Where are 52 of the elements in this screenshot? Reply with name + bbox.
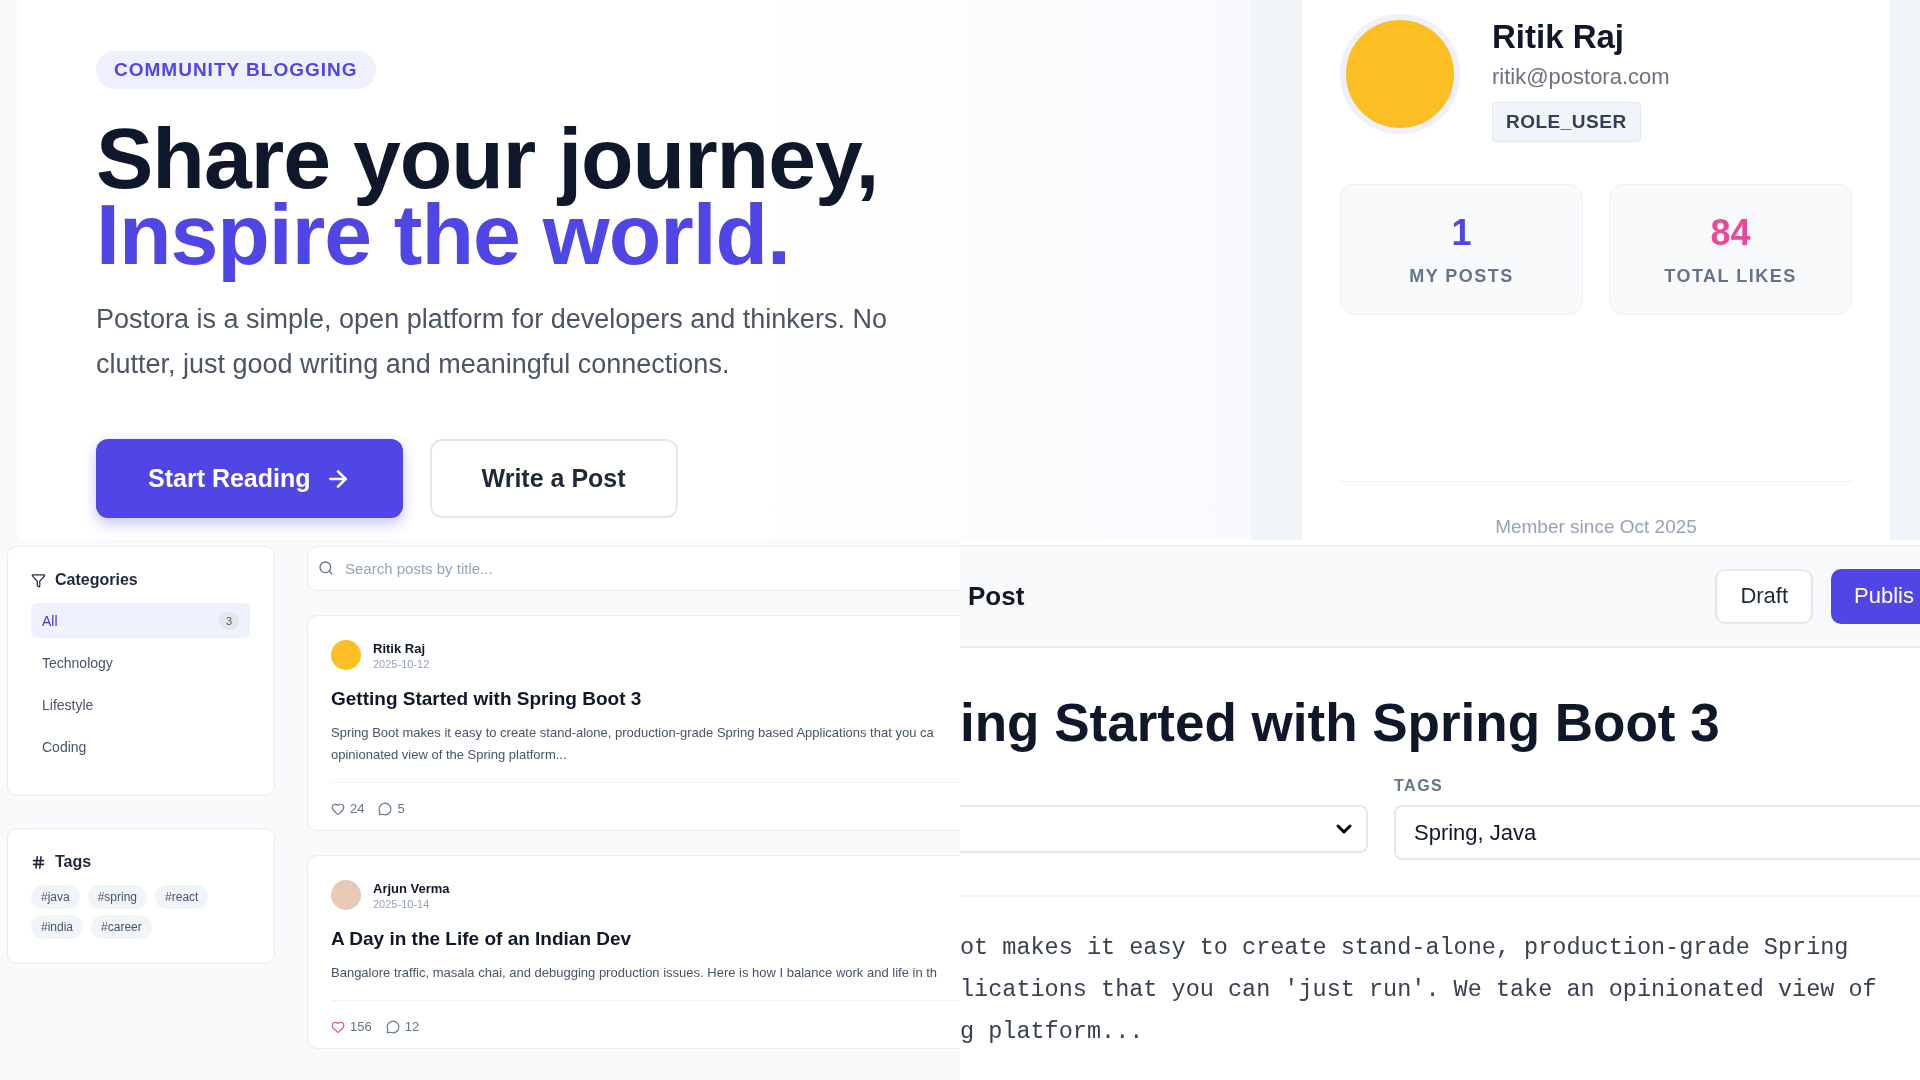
stat-label: TOTAL LIKES <box>1664 266 1797 287</box>
stat-value: 1 <box>1451 212 1472 254</box>
categories-title: Categories <box>55 571 138 589</box>
tag-chip[interactable]: #career <box>91 915 152 939</box>
profile-email: ritik@postora.com <box>1492 64 1670 90</box>
comment-icon[interactable] <box>385 1019 400 1034</box>
post-date: 2025-10-14 <box>373 897 431 910</box>
tags-input[interactable]: Spring, Java <box>1394 805 1920 860</box>
post-card[interactable]: Arjun Verma 2025-10-14 A Day in the Life of an Indian Dev Bangalore traffic, masala chai, and debugging production issues. Here is how I balance work and life in th 156 12 <box>307 855 960 1049</box>
tag-chip[interactable]: #india <box>31 915 84 939</box>
tag-chip[interactable]: #react <box>155 885 209 909</box>
heart-icon[interactable] <box>331 801 345 816</box>
stat-value: 84 <box>1710 212 1751 254</box>
comment-icon[interactable] <box>378 801 393 816</box>
count-badge: 3 <box>218 611 239 630</box>
tags-label: TAGS <box>1394 777 1445 795</box>
draft-button[interactable]: Draft <box>1715 568 1814 624</box>
post-date: 2025-10-12 <box>373 657 430 670</box>
post-excerpt: Bangalore traffic, masala chai, and debugging production issues. Here is how I balance work and life in th <box>331 964 939 982</box>
like-count: 24 <box>350 801 365 816</box>
author-name: Arjun Verma <box>373 880 450 896</box>
tag-chip[interactable]: #java <box>31 885 80 909</box>
profile-name: Ritik Raj <box>1492 18 1625 56</box>
heart-icon[interactable] <box>331 1019 345 1034</box>
category-item[interactable]: Lifestyle <box>31 687 250 722</box>
post-card[interactable] <box>307 615 960 831</box>
hero-description: Postora is a simple, open platform for developers and thinkers. No clutter, just good writing and meaningful connections. <box>96 303 888 381</box>
filter-icon <box>31 572 46 588</box>
stat-label: MY POSTS <box>1409 266 1514 287</box>
comment-count: 12 <box>404 1019 420 1034</box>
post-title-field[interactable]: ing Started with Spring Boot 3 <box>960 692 1920 753</box>
tags-title: Tags <box>55 853 92 871</box>
search-field[interactable]: Search posts by title... <box>307 546 960 591</box>
category-item[interactable]: All 3 <box>31 603 250 638</box>
post-body-editor[interactable]: ot makes it easy to create stand-alone, production-grade Spring lications that you can 'just run'. We take an opinionated view of g platform... <box>960 895 1920 1053</box>
editor-heading: Post <box>968 580 1025 612</box>
write-post-button[interactable]: Write a Post <box>429 439 678 518</box>
post-excerpt: Spring Boot makes it easy to create stand-alone, production-grade Spring based Applications that you ca opinionated view of the Spring platform... <box>331 724 935 764</box>
post-title[interactable]: Getting Started with Spring Boot 3 <box>331 688 960 710</box>
comment-count: 5 <box>397 801 405 816</box>
start-reading-button[interactable]: Start Reading <box>96 439 403 518</box>
category-item[interactable]: Technology <box>31 645 250 680</box>
like-count: 156 <box>350 1019 372 1034</box>
category-badge: COMMUNITY BLOGGING <box>96 51 376 89</box>
member-since: Member since Oct 2025 <box>1494 516 1698 538</box>
publish-button[interactable]: Publis <box>1831 568 1920 624</box>
tag-chip[interactable]: #spring <box>87 885 148 909</box>
hash-icon <box>31 854 46 870</box>
author-name: Ritik Raj <box>373 640 426 656</box>
category-item[interactable]: Coding <box>31 729 250 764</box>
role-badge: ROLE_USER <box>1492 102 1641 142</box>
post-title[interactable]: A Day in the Life of an Indian Dev <box>331 928 960 950</box>
